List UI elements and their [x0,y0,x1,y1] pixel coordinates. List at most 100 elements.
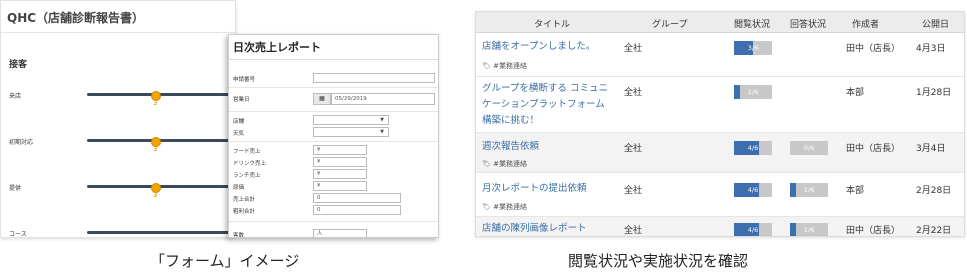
notice-title-link[interactable]: 店舗をオープンしました。 [482,39,622,55]
author-cell: 田中（店長） [846,144,901,154]
table-row[interactable]: 週次報告依頼 🏷 #業務連絡 全社 4/6 0/6 田中（店長） 3月4日 [476,133,964,173]
divider [229,87,438,88]
sales-total-input[interactable]: 0 [313,193,401,203]
group-cell: 全社 [624,44,643,54]
notice-tag[interactable]: 🏷 #業務連絡 [482,159,527,169]
profit-total-input[interactable]: 0 [313,205,401,215]
slider-track[interactable] [87,231,235,234]
customers-input[interactable]: 人 [313,229,367,237]
field-label: 原価 [233,185,245,191]
slider-row: 来店 3 [1,91,235,115]
notice-title-link[interactable]: 週次報告依頼 [482,139,622,155]
answer-progress-bar[interactable]: 1/6 [790,223,828,236]
divider [229,59,438,60]
lunch-sales-input[interactable]: ¥ [313,169,367,179]
author-cell: 田中（店長） [846,226,901,236]
slider-track[interactable] [87,183,235,193]
weather-select[interactable]: ▼ [313,127,389,137]
group-cell: 全社 [624,88,643,98]
qhc-form-panel: QHC（店舗診断報告書） 接客 来店 3 初期対応 3 提供 3 コース [0,0,236,238]
slider-label: 来店 [9,93,22,100]
field-label: 営業日 [233,97,250,103]
col-header-answer[interactable]: 回答状況 [790,17,826,30]
bar-label: 1/6 [747,88,759,96]
group-cell: 全社 [624,186,643,196]
bar-label: 0/6 [803,144,815,152]
section-heading: 接客 [9,60,28,70]
store-select[interactable]: ▼ [313,115,389,125]
date-cell: 4月3日 [916,44,946,54]
author-cell: 本部 [846,88,865,98]
qhc-title: QHC（店舗診断報告書） [7,11,145,25]
divider [229,141,438,142]
field-label: 売上合計 [233,197,256,203]
divider [229,221,438,222]
weather-row: 天気 ▼ [233,127,438,138]
notice-title-link[interactable]: 月次レポートの提出依頼 [482,181,622,197]
author-cell: 本部 [846,186,865,196]
business-day-row: 営業日 ▦ 05/29/2019 [233,93,438,107]
food-sales-input[interactable]: ¥ [313,145,367,155]
table-row[interactable]: 店舗の陳列画像レポート 全社 4/6 1/6 田中（店長） 2月22日 [476,217,964,236]
col-header-author[interactable]: 作成者 [852,17,879,30]
table-row[interactable]: 月次レポートの提出依頼 🏷 #業務連絡 全社 4/6 1/6 本部 2月28日 [476,173,964,217]
col-header-view[interactable]: 閲覧状況 [734,17,770,30]
view-progress-bar[interactable]: 4/6 [734,183,772,197]
field-label: 申請番号 [233,77,256,83]
view-progress-bar[interactable]: 4/6 [734,141,772,155]
author-cell: 田中（店長） [846,44,901,54]
tag-label: #業務連絡 [493,62,527,70]
slider-value: 3 [153,99,158,107]
slider-label: 提供 [9,185,22,192]
slider-track[interactable] [87,91,235,101]
date-cell: 2月28日 [916,186,952,196]
col-header-date[interactable]: 公開日 [922,17,949,30]
divider [1,32,235,33]
tag-label: #業務連絡 [493,160,527,168]
caption-form-image: 「フォーム」イメージ [150,252,300,270]
calendar-icon[interactable]: ▦ [313,93,331,105]
notice-title-link[interactable]: 店舗の陳列画像レポート [482,221,622,236]
group-cell: 全社 [624,226,643,236]
slider-value: 3 [153,145,158,153]
slider-track[interactable] [87,137,235,147]
col-header-title[interactable]: タイトル [534,17,570,30]
slider-row: 提供 3 [1,183,235,207]
group-cell: 全社 [624,144,643,154]
form-title: 日次売上レポート [233,41,321,54]
cost-input[interactable]: ¥ [313,181,367,191]
customers-row: 客数 人 [233,229,438,237]
tag-label: #業務連絡 [493,203,527,211]
bar-label: 1/6 [803,226,815,234]
bar-label: 4/6 [747,186,759,194]
slider-row: 初期対応 3 [1,137,235,161]
notice-tag[interactable]: 🏷 #業務連絡 [482,202,527,212]
cost-row: 原価 ¥ [233,181,438,192]
answer-progress-bar[interactable]: 0/6 [790,141,828,155]
slider-row: コース [1,229,235,237]
view-progress-bar[interactable]: 3/6 [734,41,772,55]
col-header-group[interactable]: グループ [652,17,687,30]
view-progress-bar[interactable]: 4/6 [734,223,772,236]
lunch-sales-row: ランチ売上 ¥ [233,169,438,180]
field-label: フード売上 [233,149,261,155]
table-row[interactable]: グループを横断する コミュニケーションプラットフォーム構築に挑む！ 全社 1/6… [476,77,964,133]
business-day-input[interactable]: 05/29/2019 [331,93,435,105]
table-header: タイトル グループ 閲覧状況 回答状況 作成者 公開日 [476,12,964,33]
daily-report-panel: 日次売上レポート 申請番号 営業日 ▦ 05/29/2019 店舗 ▼ 天気 ▼… [228,34,439,238]
apply-no-input[interactable] [313,73,435,83]
field-label: 天気 [233,131,245,137]
tag-icon: 🏷 [482,160,491,168]
view-progress-bar[interactable]: 1/6 [734,85,772,99]
field-label: 粗利合計 [233,209,256,215]
sales-total-row: 売上合計 0 [233,193,438,204]
drink-sales-row: ドリンク売上 ¥ [233,157,438,168]
table-row[interactable]: 店舗をオープンしました。 🏷 #業務連絡 全社 3/6 田中（店長） 4月3日 [476,33,964,77]
notice-title-link[interactable]: グループを横断する コミュニケーションプラットフォーム構築に挑む！ [482,81,612,129]
answer-progress-bar[interactable]: 1/6 [790,183,828,197]
date-cell: 1月28日 [916,88,952,98]
apply-no-row: 申請番号 [233,73,438,84]
drink-sales-input[interactable]: ¥ [313,157,367,167]
notice-tag[interactable]: 🏷 #業務連絡 [482,61,527,71]
bar-label: 4/6 [747,144,759,152]
